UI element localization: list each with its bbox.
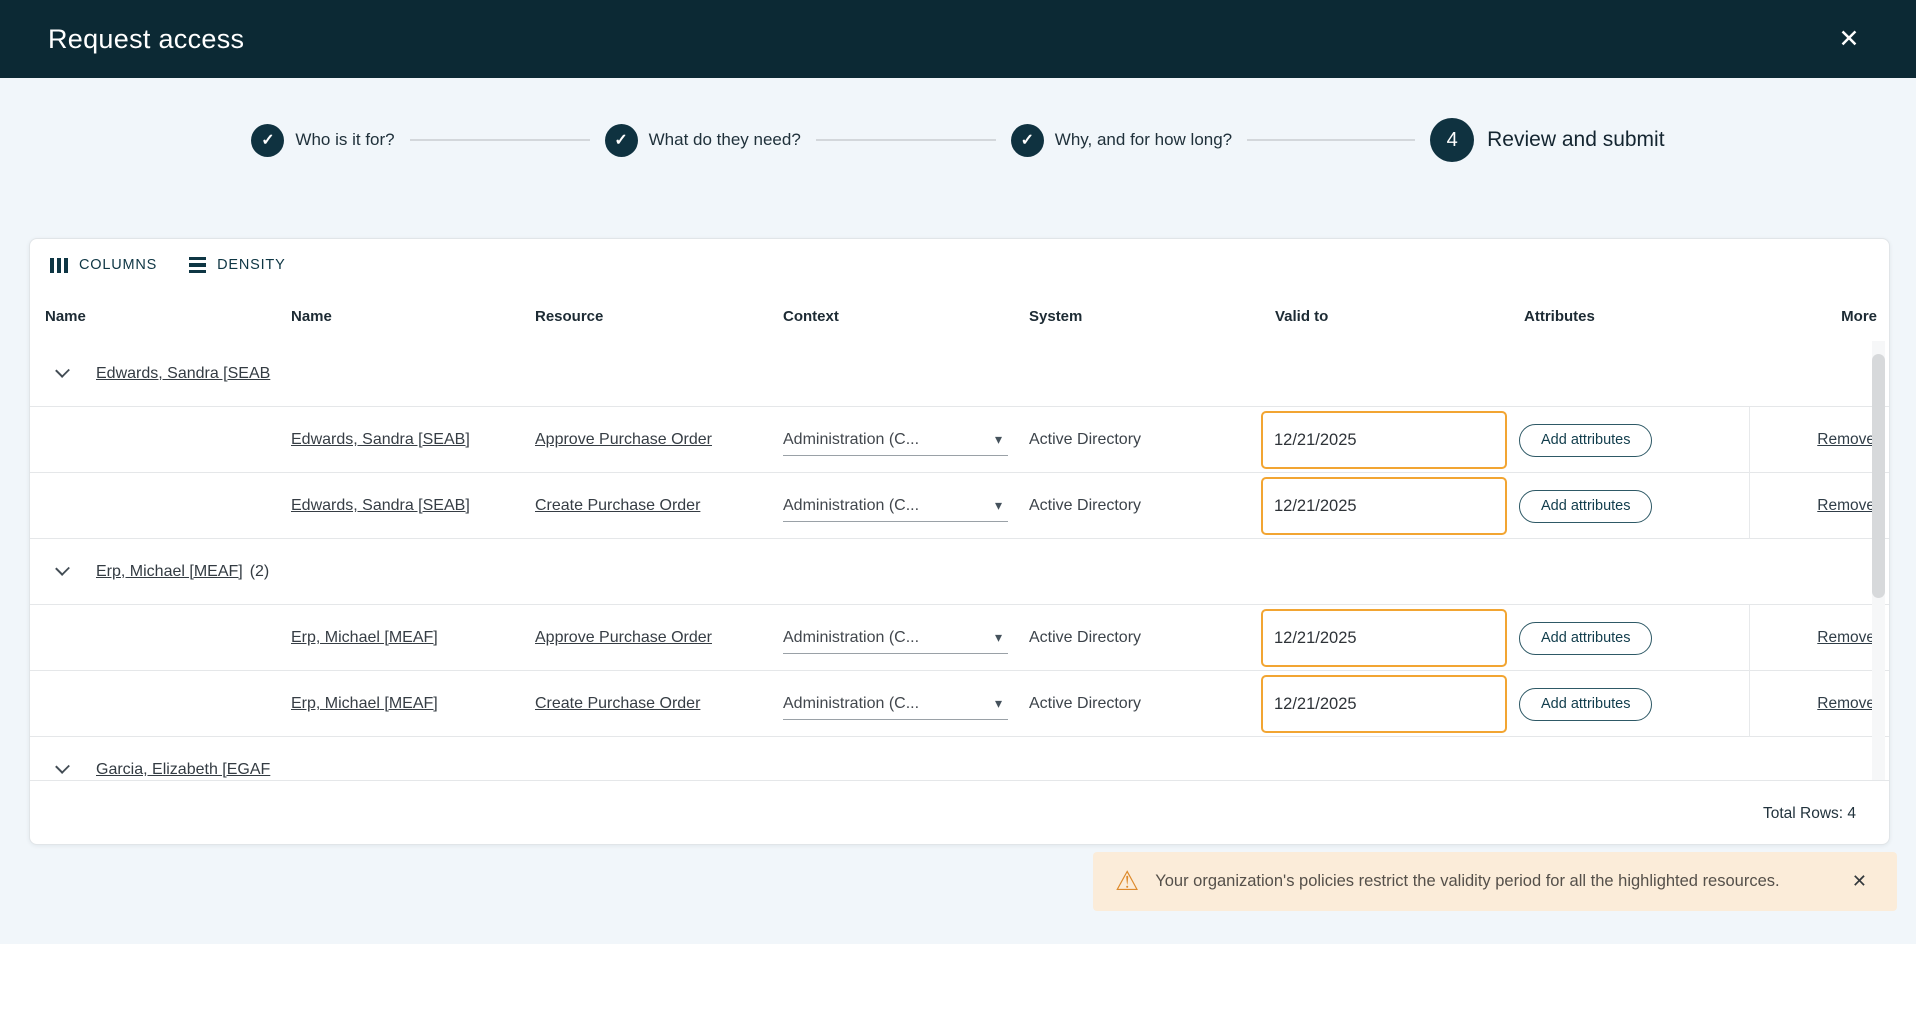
step-label: Why, and for how long?	[1055, 130, 1232, 150]
column-header-attributes: Attributes	[1519, 308, 1749, 325]
column-header-system: System	[1029, 308, 1275, 325]
table-row: Edwards, Sandra [SEAB] Approve Purchase …	[30, 407, 1889, 473]
step-label: Who is it for?	[295, 130, 394, 150]
table-footer: Total Rows: 4	[30, 780, 1889, 846]
column-header-more: More	[1841, 308, 1889, 325]
close-icon[interactable]: ✕	[1832, 22, 1866, 56]
table-group-row: Edwards, Sandra [SEAB	[30, 341, 1889, 407]
dropdown-arrow-icon: ▾	[995, 431, 1002, 448]
valid-to-input[interactable]	[1261, 411, 1507, 469]
add-attributes-button[interactable]: Add attributes	[1519, 424, 1652, 457]
check-icon: ✓	[605, 124, 638, 157]
warning-icon: ⚠	[1115, 868, 1139, 895]
chevron-down-icon[interactable]	[55, 561, 70, 576]
step-label: Review and submit	[1487, 128, 1664, 152]
system-value: Active Directory	[1029, 497, 1275, 515]
column-header-resource: Resource	[535, 308, 783, 325]
system-value: Active Directory	[1029, 695, 1275, 713]
review-table-panel: COLUMNS DENSITY Name Name Resource Conte…	[29, 238, 1890, 845]
context-select[interactable]: Administration (C... ▾	[783, 490, 1008, 522]
columns-button[interactable]: COLUMNS	[40, 251, 167, 279]
valid-to-input[interactable]	[1261, 477, 1507, 535]
request-access-modal: Request access ✕ ✓ Who is it for? ✓ What…	[0, 0, 1916, 1034]
check-icon: ✓	[1011, 124, 1044, 157]
row-resource-link[interactable]: Create Purchase Order	[535, 497, 700, 514]
add-attributes-button[interactable]: Add attributes	[1519, 688, 1652, 721]
group-name-link[interactable]: Erp, Michael [MEAF]	[96, 563, 243, 581]
context-value: Administration (C...	[783, 497, 919, 515]
remove-link[interactable]: Remove	[1817, 431, 1875, 449]
dropdown-arrow-icon: ▾	[995, 497, 1002, 514]
row-name-link[interactable]: Erp, Michael [MEAF]	[291, 629, 438, 646]
group-name-link[interactable]: Edwards, Sandra [SEAB	[96, 365, 270, 383]
valid-to-input[interactable]	[1261, 609, 1507, 667]
add-attributes-button[interactable]: Add attributes	[1519, 490, 1652, 523]
step-label: What do they need?	[649, 130, 801, 150]
banner-close-icon[interactable]: ✕	[1848, 867, 1871, 896]
table-header-row: Name Name Resource Context System Valid …	[30, 291, 1889, 341]
total-rows-label: Total Rows: 4	[1763, 805, 1856, 823]
row-name-link[interactable]: Erp, Michael [MEAF]	[291, 695, 438, 712]
table-row: Edwards, Sandra [SEAB] Create Purchase O…	[30, 473, 1889, 539]
columns-icon	[50, 258, 68, 273]
column-header-valid-to: Valid to	[1275, 308, 1519, 325]
table-group-row: Garcia, Elizabeth [EGAF	[30, 737, 1889, 780]
column-header-name: Name	[291, 308, 535, 325]
step-review-and-submit[interactable]: 4 Review and submit	[1430, 118, 1664, 162]
policy-warning-banner: ⚠ Your organization's policies restrict …	[1093, 852, 1897, 911]
valid-to-input[interactable]	[1261, 675, 1507, 733]
column-header-context: Context	[783, 308, 1029, 325]
context-select[interactable]: Administration (C... ▾	[783, 688, 1008, 720]
density-icon	[189, 257, 206, 274]
group-count: (2)	[250, 563, 270, 581]
system-value: Active Directory	[1029, 629, 1275, 647]
table-body[interactable]: Edwards, Sandra [SEAB Edwards, Sandra [S…	[30, 341, 1889, 780]
check-icon: ✓	[251, 124, 284, 157]
scrollbar-thumb[interactable]	[1872, 354, 1885, 598]
step-who-is-it-for[interactable]: ✓ Who is it for?	[251, 124, 394, 157]
table-row: Erp, Michael [MEAF] Approve Purchase Ord…	[30, 605, 1889, 671]
stepper-connector	[410, 139, 590, 141]
row-name-link[interactable]: Edwards, Sandra [SEAB]	[291, 431, 470, 448]
stepper-connector	[1247, 139, 1415, 141]
context-select[interactable]: Administration (C... ▾	[783, 424, 1008, 456]
context-value: Administration (C...	[783, 629, 919, 647]
remove-link[interactable]: Remove	[1817, 629, 1875, 647]
row-resource-link[interactable]: Approve Purchase Order	[535, 431, 712, 448]
table-row: Erp, Michael [MEAF] Create Purchase Orde…	[30, 671, 1889, 737]
row-name-link[interactable]: Edwards, Sandra [SEAB]	[291, 497, 470, 514]
step-number: 4	[1430, 118, 1474, 162]
stepper-connector	[816, 139, 996, 141]
vertical-scrollbar[interactable]	[1872, 341, 1885, 780]
system-value: Active Directory	[1029, 431, 1275, 449]
remove-link[interactable]: Remove	[1817, 497, 1875, 515]
density-button[interactable]: DENSITY	[179, 251, 295, 280]
page-title: Request access	[48, 24, 244, 55]
columns-button-label: COLUMNS	[79, 257, 157, 273]
table-toolbar: COLUMNS DENSITY	[30, 239, 1889, 291]
context-value: Administration (C...	[783, 695, 919, 713]
remove-link[interactable]: Remove	[1817, 695, 1875, 713]
density-button-label: DENSITY	[217, 257, 285, 273]
chevron-down-icon[interactable]	[55, 363, 70, 378]
row-resource-link[interactable]: Approve Purchase Order	[535, 629, 712, 646]
chevron-down-icon[interactable]	[55, 759, 70, 774]
column-header-name-group: Name	[45, 308, 291, 325]
wizard-stepper: ✓ Who is it for? ✓ What do they need? ✓ …	[0, 114, 1916, 166]
modal-header: Request access ✕	[0, 0, 1916, 78]
row-resource-link[interactable]: Create Purchase Order	[535, 695, 700, 712]
add-attributes-button[interactable]: Add attributes	[1519, 622, 1652, 655]
dropdown-arrow-icon: ▾	[995, 695, 1002, 712]
dropdown-arrow-icon: ▾	[995, 629, 1002, 646]
table-group-row: Erp, Michael [MEAF] (2)	[30, 539, 1889, 605]
step-what-do-they-need[interactable]: ✓ What do they need?	[605, 124, 801, 157]
action-bar: BACK SUBMIT AND START NEW SUBMIT AND CLO…	[0, 944, 1916, 1034]
warning-text: Your organization's policies restrict th…	[1155, 872, 1779, 891]
step-why-how-long[interactable]: ✓ Why, and for how long?	[1011, 124, 1232, 157]
context-value: Administration (C...	[783, 431, 919, 449]
group-name-link[interactable]: Garcia, Elizabeth [EGAF	[96, 761, 270, 779]
context-select[interactable]: Administration (C... ▾	[783, 622, 1008, 654]
